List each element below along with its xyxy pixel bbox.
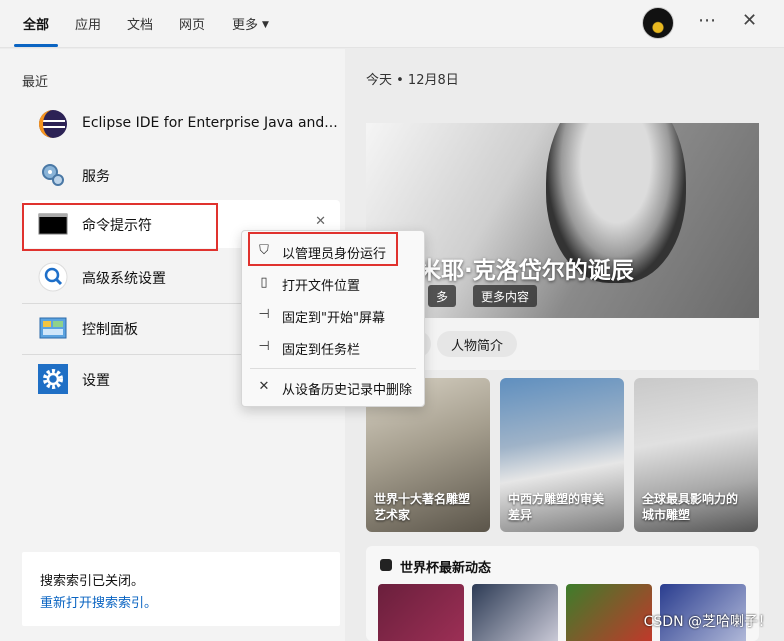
close-icon[interactable]: ✕ [315,214,326,229]
menu-item-label: 固定到任务栏 [282,343,361,358]
close-icon: ✕ [258,379,270,394]
card-caption: 世界十大著名雕塑 艺术家 [374,492,471,522]
news-thumbnail[interactable] [378,584,464,641]
search-top-bar: 全部 应用 文档 网页 更多 ▼ ⋯ ✕ [0,0,784,48]
menu-item-label: 打开文件位置 [282,279,361,294]
avatar[interactable] [642,7,674,39]
command-prompt-icon [38,213,68,235]
hero-chip-more[interactable]: 多 [428,285,457,307]
menu-item-pin-to-taskbar[interactable]: ⊣ 固定到任务栏 [242,331,424,363]
news-thumbnail[interactable] [566,584,652,641]
card-caption: 全球最具影响力的 城市雕塑 [642,492,739,522]
pill-biography[interactable]: 人物简介 [437,331,518,357]
menu-divider [250,368,416,369]
reopen-search-index-link[interactable]: 重新打开搜索索引。 [40,592,157,611]
menu-item-open-file-location[interactable]: ▯ 打开文件位置 [242,267,424,299]
news-thumbnail[interactable] [472,584,558,641]
shield-icon: ⛉ [259,243,269,258]
eclipse-icon [39,110,67,138]
tab-documents[interactable]: 文档 [127,14,153,33]
menu-item-run-as-admin[interactable]: ⛉ 以管理员身份运行 [242,235,424,267]
recent-item-label: 命令提示符 [82,218,152,234]
pin-icon: ⊣ [258,307,270,322]
card-city-sculptures[interactable]: 全球最具影响力的 城市雕塑 [634,378,758,532]
menu-item-remove-from-history[interactable]: ✕ 从设备历史记录中删除 [242,371,424,403]
search-index-notice: 搜索索引已关闭。 重新打开搜索索引。 [22,552,340,626]
card-caption: 中西方雕塑的审美 差异 [508,492,605,522]
active-tab-indicator [14,44,58,47]
recent-item-label: 服务 [82,169,110,185]
recent-heading: 最近 [22,75,49,90]
recent-item-services[interactable]: 服务 [22,151,340,199]
card-sculpture-aesthetics[interactable]: 中西方雕塑的审美 差异 [500,378,624,532]
tab-more-label: 更多 [232,18,259,33]
watermark: CSDN @芝哈喇子！ [643,614,772,630]
services-icon [42,164,64,186]
context-menu: ⛉ 以管理员身份运行 ▯ 打开文件位置 ⊣ 固定到"开始"屏幕 ⊣ 固定到任务栏… [241,230,425,407]
pin-icon: ⊣ [258,339,270,354]
chevron-down-icon: ▼ [262,20,269,30]
tab-all[interactable]: 全部 [23,14,49,33]
world-cup-icon [380,559,392,571]
recent-item-label: 高级系统设置 [82,271,166,287]
hero-title: 米耶·克洛岱尔的诞辰 [418,258,634,284]
recent-item-label: 设置 [82,373,110,389]
tab-apps[interactable]: 应用 [75,14,101,33]
recent-item-label: Eclipse IDE for Enterprise Java and... [82,115,338,131]
control-panel-icon [39,317,67,339]
recent-item-eclipse[interactable]: Eclipse IDE for Enterprise Java and... [22,100,340,148]
close-icon[interactable]: ✕ [742,10,757,31]
menu-item-pin-to-start[interactable]: ⊣ 固定到"开始"屏幕 [242,299,424,331]
tab-more[interactable]: 更多 ▼ [232,14,269,33]
hero-chip-more-content[interactable]: 更多内容 [473,285,538,307]
tab-web[interactable]: 网页 [179,14,205,33]
advanced-settings-icon [38,262,68,292]
date-line: 今天 • 12月8日 [366,73,459,88]
more-options-icon[interactable]: ⋯ [698,10,716,31]
menu-item-label: 从设备历史记录中删除 [282,383,413,398]
folder-icon: ▯ [260,275,268,290]
menu-item-label: 固定到"开始"屏幕 [282,311,385,326]
search-index-status: 搜索索引已关闭。 [40,574,145,589]
world-cup-title: 世界杯最新动态 [400,561,492,576]
recent-item-label: 控制面板 [82,322,138,338]
settings-gear-icon [38,364,68,394]
menu-item-label: 以管理员身份运行 [282,247,387,262]
